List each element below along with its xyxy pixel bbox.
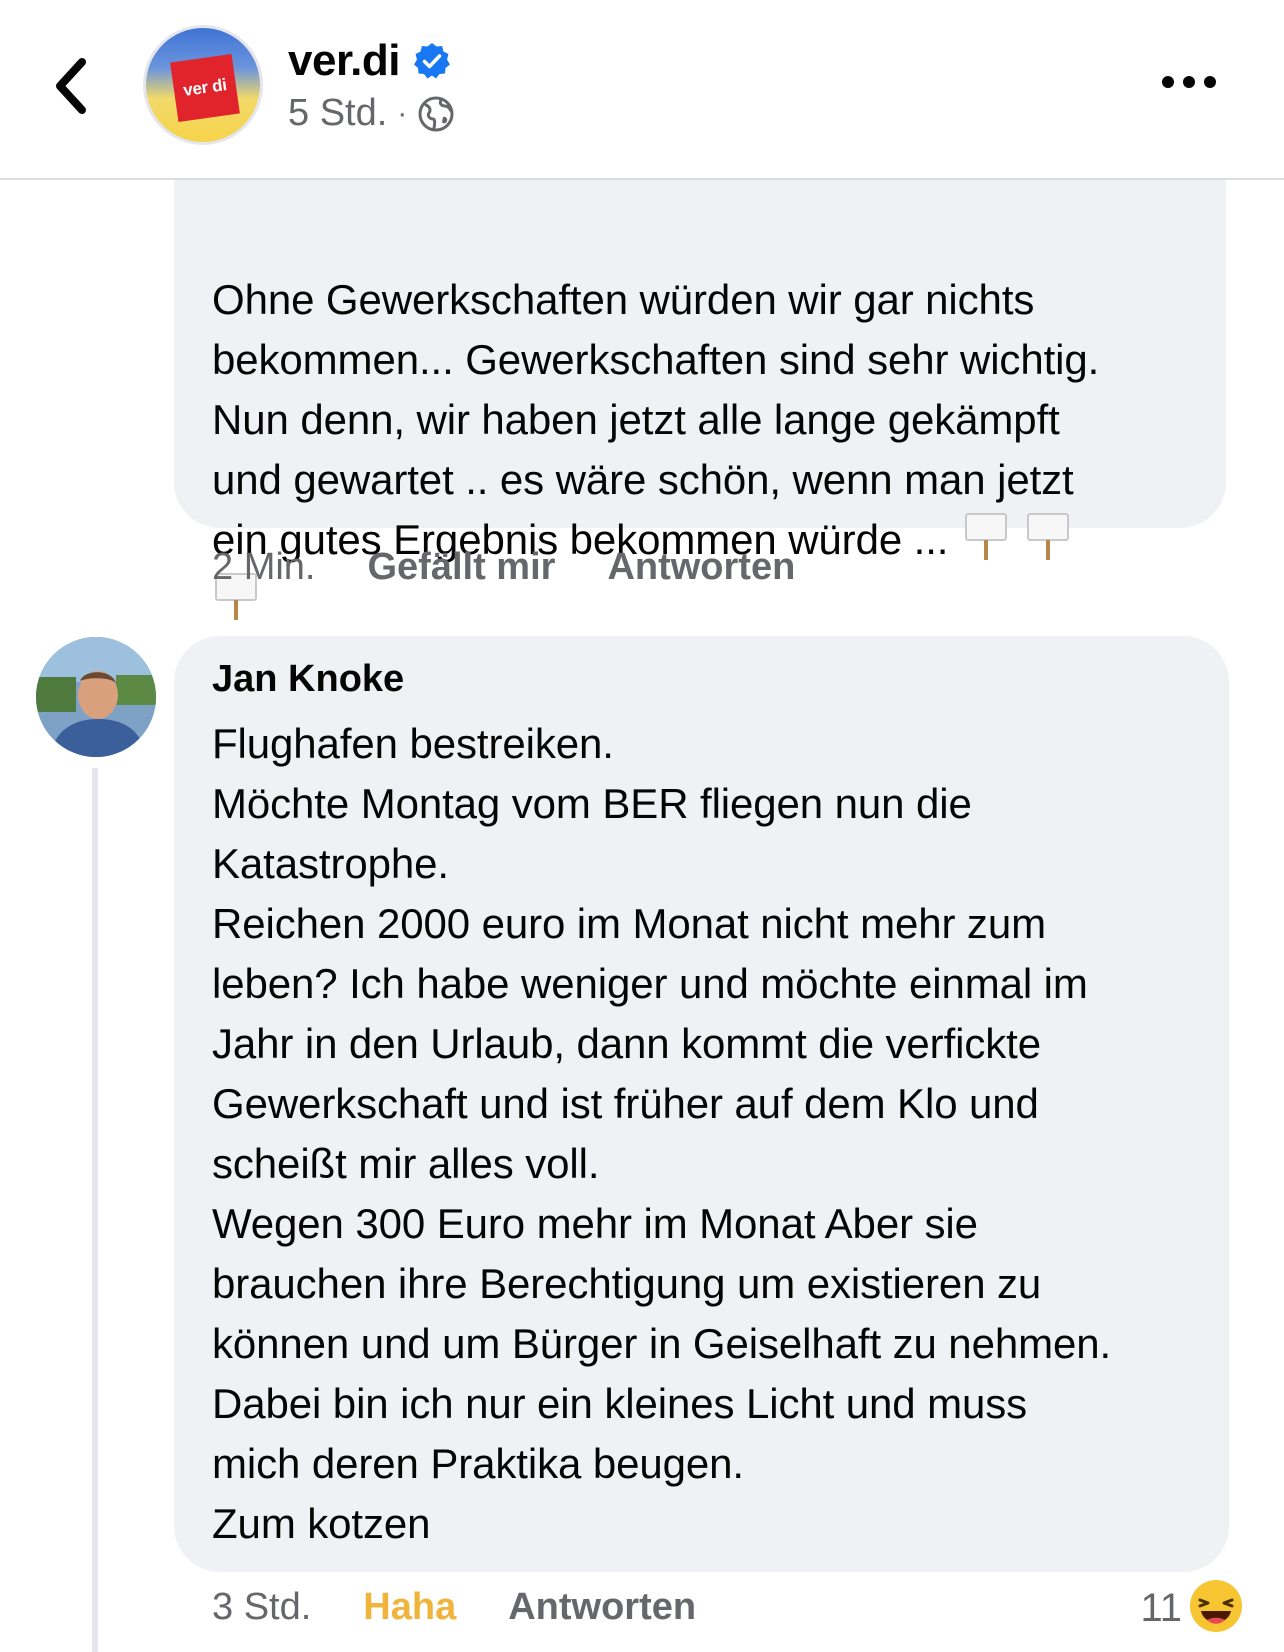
comment-actions: 2 Min. Gefällt mir Antworten bbox=[212, 546, 847, 589]
comment-line: Ohne Gewerkschaften würden wir gar nicht… bbox=[212, 276, 1035, 323]
comment-line: Flughafen bestreiken. bbox=[212, 720, 614, 767]
placard-icon bbox=[965, 513, 1008, 560]
thread-line bbox=[92, 768, 98, 1652]
post-time[interactable]: 5 Std. bbox=[288, 92, 387, 135]
page-name-row: ver.di bbox=[288, 36, 452, 86]
haha-reaction-button[interactable]: Haha bbox=[363, 1586, 456, 1629]
commenter-avatar[interactable] bbox=[36, 637, 156, 757]
profile-photo bbox=[36, 637, 156, 757]
reply-button[interactable]: Antworten bbox=[607, 546, 795, 589]
comment-line: Gewerkschaft und ist früher auf dem Klo … bbox=[212, 1080, 1039, 1127]
comment-text: Flughafen bestreiken. Möchte Montag vom … bbox=[212, 714, 1212, 1554]
comment-line: leben? Ich habe weniger und möchte einma… bbox=[212, 960, 1088, 1007]
post-meta: 5 Std. · bbox=[288, 92, 455, 135]
verified-badge-icon bbox=[413, 43, 450, 79]
comment-actions: 3 Std. Haha Antworten bbox=[212, 1586, 748, 1629]
back-chevron-icon bbox=[56, 58, 86, 114]
comment-bubble: Ohne Gewerkschaften würden wir gar nicht… bbox=[174, 120, 1226, 620]
back-button[interactable] bbox=[44, 50, 104, 120]
globe-icon bbox=[418, 96, 454, 131]
post-header: ver di ver.di 5 Std. · bbox=[0, 0, 1284, 180]
comment-author[interactable]: Jan Knoke bbox=[212, 658, 404, 701]
comment-line: Wegen 300 Euro mehr im Monat Aber sie bbox=[212, 1200, 978, 1247]
comment-line: bekommen... Gewerkschaften sind sehr wic… bbox=[212, 336, 1100, 383]
laughing-emoji-icon[interactable] bbox=[1188, 1578, 1244, 1634]
verdi-logo: ver di bbox=[170, 53, 240, 123]
page-name[interactable]: ver.di bbox=[288, 36, 400, 86]
comment-line: Jahr in den Urlaub, dann kommt die verfi… bbox=[212, 1020, 1041, 1067]
comment-line: Dabei bin ich nur ein kleines Licht und … bbox=[212, 1380, 1028, 1427]
reply-button[interactable]: Antworten bbox=[508, 1586, 696, 1629]
placard-icon bbox=[1027, 513, 1070, 560]
comment-line: brauchen ihre Berechtigung um existieren… bbox=[212, 1260, 1042, 1307]
comment-line: Katastrophe. bbox=[212, 840, 449, 887]
more-options-icon[interactable] bbox=[1160, 70, 1218, 94]
like-button[interactable]: Gefällt mir bbox=[367, 546, 555, 589]
page-avatar[interactable]: ver di bbox=[143, 25, 263, 145]
logo-text: ver di bbox=[182, 75, 228, 100]
comment-time[interactable]: 3 Std. bbox=[212, 1586, 311, 1629]
comment-bubble: Jan Knoke Flughafen bestreiken. Möchte M… bbox=[174, 636, 1229, 1572]
comment-line: Möchte Montag vom BER fliegen nun die bbox=[212, 780, 972, 827]
comment-line: scheißt mir alles voll. bbox=[212, 1140, 600, 1187]
comment-line: und gewartet .. es wäre schön, wenn man … bbox=[212, 456, 1074, 503]
comment-line: Nun denn, wir haben jetzt alle lange gek… bbox=[212, 396, 1060, 443]
comment-line: können und um Bürger in Geiselhaft zu ne… bbox=[212, 1320, 1112, 1367]
comment-line: Zum kotzen bbox=[212, 1500, 431, 1547]
meta-separator: · bbox=[397, 96, 408, 130]
comment-line: mich deren Praktika beugen. bbox=[212, 1440, 744, 1487]
comment-line: Reichen 2000 euro im Monat nicht mehr zu… bbox=[212, 900, 1046, 947]
comment-time[interactable]: 2 Min. bbox=[212, 546, 315, 589]
reaction-count[interactable]: 11 bbox=[1140, 1586, 1182, 1631]
